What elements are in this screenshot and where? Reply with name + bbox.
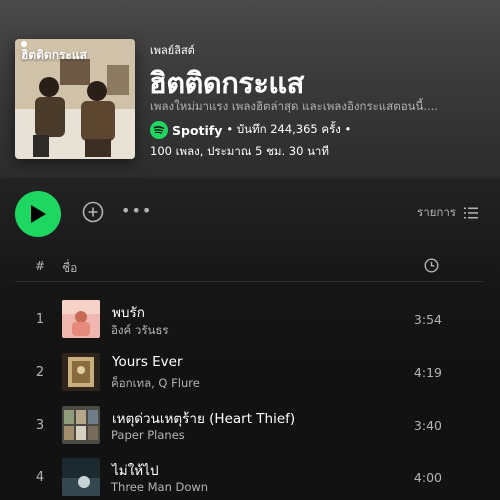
spotify-logo-icon[interactable]	[150, 121, 168, 139]
play-button[interactable]	[15, 191, 61, 237]
clock-icon	[424, 258, 439, 273]
table-row[interactable]: 2 Yours Ever ค็อกเทล, Q Flure 4:19	[15, 351, 483, 397]
track-artist[interactable]: Three Man Down	[111, 480, 208, 494]
album-art	[62, 406, 100, 444]
column-number[interactable]: #	[35, 259, 45, 273]
album-art	[62, 353, 100, 391]
playlist-cover: ฮิตติดกระแส	[15, 39, 135, 159]
track-artist[interactable]: ค็อกเทล, Q Flure	[111, 375, 200, 393]
album-art	[62, 458, 100, 496]
playlist-type-label: เพลย์ลิสต์	[150, 44, 195, 57]
track-duration: 3:40	[413, 418, 442, 433]
track-number: 2	[35, 365, 45, 380]
track-number: 1	[35, 312, 45, 327]
table-row[interactable]: 3 เหตุด่วนเหตุร้าย (Heart Thief) Paper P…	[15, 404, 483, 450]
track-artist[interactable]: อิงค์ วรันธร	[111, 322, 169, 340]
view-toggle-button[interactable]: รายการ	[417, 204, 478, 222]
track-title[interactable]: Yours Ever	[112, 354, 183, 370]
owner-link[interactable]: Spotify	[172, 123, 222, 138]
track-title[interactable]: ไม่ให้ไป	[112, 459, 159, 481]
saves-count: • บันทึก 244,365 ครั้ง •	[226, 122, 352, 136]
track-duration: 4:19	[413, 365, 442, 380]
play-icon	[31, 205, 46, 223]
view-toggle-label: รายการ	[417, 205, 456, 219]
track-number: 3	[35, 418, 45, 433]
list-icon	[464, 207, 478, 219]
more-options-button[interactable]: •••	[121, 203, 152, 219]
more-horizontal-icon: •••	[121, 201, 153, 220]
column-duration[interactable]	[424, 258, 439, 276]
table-row[interactable]: 4 ไม่ให้ไป Three Man Down 4:00	[15, 456, 483, 500]
playlist-summary: 100 เพลง, ประมาณ 5 ชม. 30 นาที	[150, 144, 329, 158]
tracklist-header: # ชื่อ	[15, 256, 483, 282]
add-circle-icon	[82, 201, 104, 223]
playlist-owner-line: Spotify • บันทึก 244,365 ครั้ง •	[150, 120, 351, 140]
album-art	[62, 300, 100, 338]
track-artist[interactable]: Paper Planes	[111, 428, 185, 442]
track-title[interactable]: พบรัก	[112, 301, 145, 323]
table-row[interactable]: 1 พบรัก อิงค์ วรันธร 3:54	[15, 298, 483, 344]
track-number: 4	[35, 470, 45, 485]
track-duration: 3:54	[413, 312, 442, 327]
add-to-library-button[interactable]	[82, 201, 104, 227]
cover-title: ฮิตติดกระแส	[21, 48, 87, 62]
column-title[interactable]: ชื่อ	[62, 259, 77, 278]
track-title[interactable]: เหตุด่วนเหตุร้าย (Heart Thief)	[112, 407, 295, 429]
track-duration: 4:00	[413, 470, 442, 485]
playlist-description: เพลงใหม่มาแรง เพลงฮิตล่าสุด และเพลงอิงกร…	[150, 99, 438, 113]
